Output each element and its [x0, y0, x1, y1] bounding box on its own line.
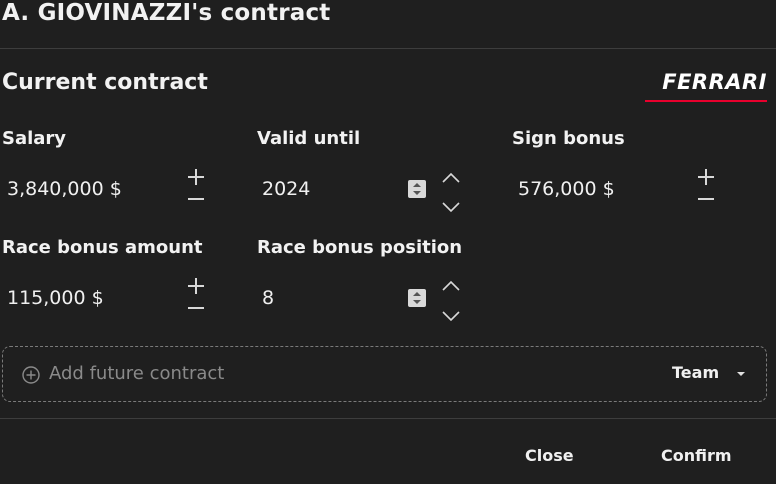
race-bonus-amount-increment-plus-icon[interactable] — [186, 276, 206, 296]
plus-circle-icon — [22, 366, 40, 384]
race-bonus-position-chevron-up-icon[interactable] — [440, 276, 462, 298]
sign-bonus-increment-plus-icon[interactable] — [696, 167, 716, 187]
race-bonus-amount-stepper — [186, 276, 206, 320]
race-bonus-amount-value: 115,000 $ — [7, 287, 104, 309]
add-future-contract-box[interactable]: Add future contract Team — [2, 346, 767, 402]
dialog-title: A. GIOVINAZZI's contract — [2, 0, 331, 26]
valid-until-spin-icon[interactable] — [408, 180, 426, 198]
salary-decrement-minus-icon[interactable] — [186, 189, 206, 209]
salary-value: 3,840,000 $ — [7, 178, 122, 200]
header-divider — [0, 48, 776, 49]
section-title: Current contract — [2, 70, 208, 95]
team-logo: FERRARI — [662, 70, 767, 94]
valid-until-value[interactable]: 2024 — [262, 178, 310, 200]
caret-down-icon[interactable] — [736, 371, 746, 377]
sign-bonus-value: 576,000 $ — [518, 178, 615, 200]
race-bonus-position-value[interactable]: 8 — [262, 287, 274, 309]
add-future-contract-label: Add future contract — [49, 363, 225, 384]
valid-until-chevron-up-icon[interactable] — [440, 168, 462, 190]
salary-increment-plus-icon[interactable] — [186, 167, 206, 187]
valid-until-label: Valid until — [257, 128, 361, 149]
team-dropdown[interactable]: Team — [672, 363, 719, 382]
race-bonus-position-chevron-down-icon[interactable] — [440, 304, 462, 326]
salary-label: Salary — [2, 128, 67, 149]
sign-bonus-stepper — [696, 167, 716, 211]
salary-stepper — [186, 167, 206, 211]
race-bonus-position-spin-icon[interactable] — [408, 289, 426, 307]
race-bonus-amount-decrement-minus-icon[interactable] — [186, 298, 206, 318]
race-bonus-amount-label: Race bonus amount — [2, 237, 203, 258]
sign-bonus-decrement-minus-icon[interactable] — [696, 189, 716, 209]
race-bonus-position-label: Race bonus position — [257, 237, 463, 258]
sign-bonus-label: Sign bonus — [512, 128, 625, 149]
close-button[interactable]: Close — [525, 446, 574, 465]
valid-until-chevron-down-icon[interactable] — [440, 195, 462, 217]
confirm-button[interactable]: Confirm — [661, 446, 732, 465]
footer-divider — [0, 418, 776, 419]
team-logo-underline — [645, 100, 767, 102]
